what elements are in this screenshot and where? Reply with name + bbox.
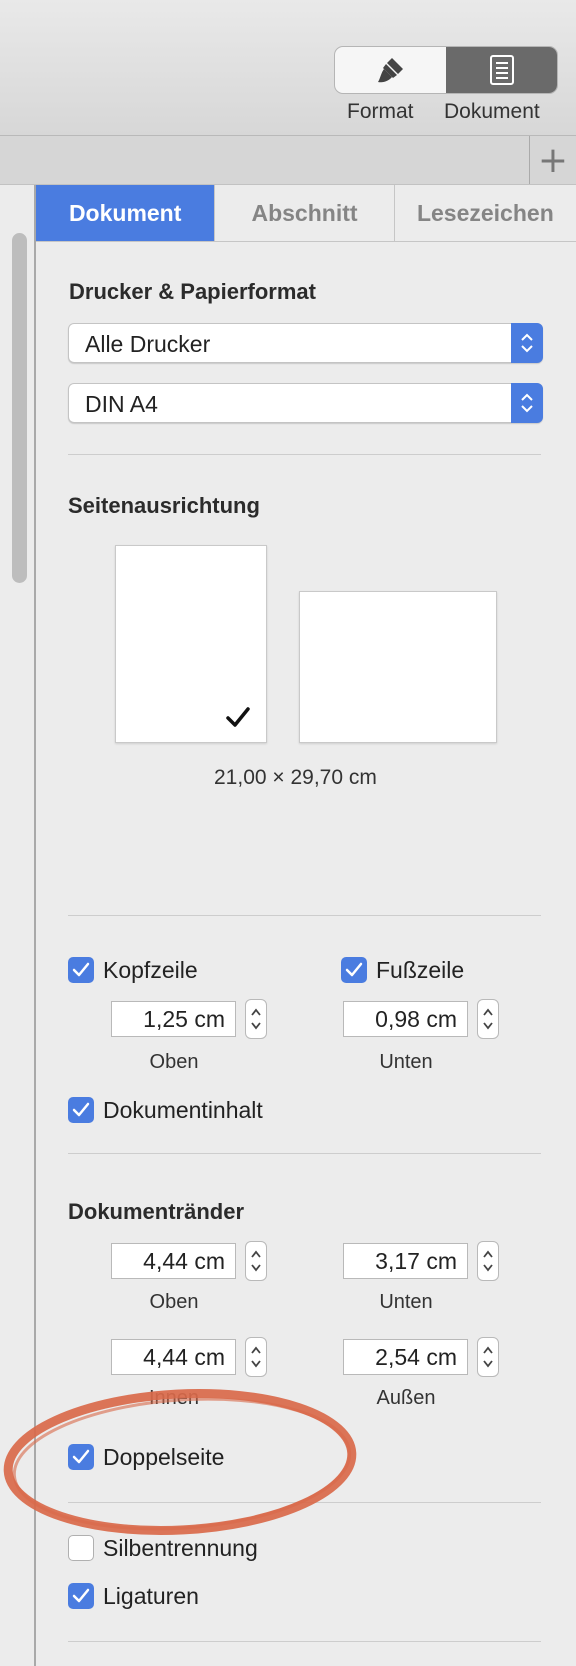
divider: [68, 454, 541, 455]
header-margin-field[interactable]: 1,25 cm: [111, 1001, 236, 1037]
printer-popup-value: Alle Drucker: [85, 331, 211, 357]
inspector-panel: Dokument Abschnitt Lesezeichen Drucker &…: [36, 185, 576, 1666]
document-label: Dokument: [444, 100, 540, 123]
updown-chevron-icon: [483, 1346, 493, 1368]
inner-margin-stepper[interactable]: [245, 1337, 267, 1377]
tab-abschnitt[interactable]: Abschnitt: [215, 185, 395, 241]
paintbrush-icon: [377, 58, 403, 83]
checkmark-icon: [72, 1449, 90, 1464]
updown-chevron-icon: [251, 1008, 261, 1030]
ligatures-label: Ligaturen: [103, 1582, 199, 1609]
updown-chevron-icon: [483, 1250, 493, 1272]
header-label: Kopfzeile: [103, 956, 198, 983]
hyphenation-label: Silbentrennung: [103, 1534, 258, 1561]
header-checkbox[interactable]: [68, 957, 94, 983]
format-button[interactable]: [335, 47, 446, 93]
footer-margin-value: 0,98 cm: [375, 1006, 457, 1032]
inner-margin-value: 4,44 cm: [143, 1344, 225, 1370]
outer-margin-field[interactable]: 2,54 cm: [343, 1339, 468, 1375]
top-margin-stepper[interactable]: [245, 1241, 267, 1281]
inspector-segmented-control: [334, 46, 558, 94]
outer-margin-value: 2,54 cm: [375, 1344, 457, 1370]
format-label: Format: [347, 100, 414, 123]
facing-pages-checkbox[interactable]: [68, 1444, 94, 1470]
footer-margin-caption: Unten: [379, 1051, 433, 1073]
hyphenation-checkbox[interactable]: [68, 1535, 94, 1561]
footer-margin-stepper[interactable]: [477, 999, 499, 1039]
checkmark-icon: [345, 962, 363, 977]
updown-chevron-icon: [483, 1008, 493, 1030]
bottom-margin-caption: Unten: [379, 1291, 433, 1313]
printer-popup[interactable]: Alle Drucker: [68, 323, 543, 363]
tab-strip: +: [0, 136, 576, 185]
footer-label: Fußzeile: [376, 956, 465, 983]
body-label: Dokumentinhalt: [103, 1096, 263, 1123]
landscape-orientation-option[interactable]: [299, 591, 497, 743]
tab-dokument[interactable]: Dokument: [36, 185, 216, 241]
printer-section-title: Drucker & Papierformat: [69, 279, 316, 304]
document-button[interactable]: [446, 47, 557, 93]
footer-checkbox-row[interactable]: Fußzeile: [341, 955, 464, 985]
bottom-margin-value: 3,17 cm: [375, 1248, 457, 1274]
page-size-text: 21,00 × 29,70 cm: [214, 766, 377, 789]
divider: [68, 915, 541, 916]
body-checkbox[interactable]: [68, 1097, 94, 1123]
top-margin-field[interactable]: 4,44 cm: [111, 1243, 236, 1279]
updown-chevron-icon: [511, 383, 543, 423]
document-icon: [489, 55, 514, 85]
ligatures-checkbox[interactable]: [68, 1583, 94, 1609]
header-margin-caption: Oben: [149, 1051, 199, 1073]
checkmark-icon: [72, 1588, 90, 1603]
bottom-margin-field[interactable]: 3,17 cm: [343, 1243, 468, 1279]
add-button[interactable]: +: [529, 136, 576, 184]
orientation-section-title: Seitenausrichtung: [68, 493, 260, 518]
margins-section-title: Dokumentränder: [68, 1199, 245, 1224]
ligatures-checkbox-row[interactable]: Ligaturen: [68, 1581, 199, 1611]
hyphenation-checkbox-row[interactable]: Silbentrennung: [68, 1533, 258, 1563]
facing-pages-checkbox-row[interactable]: Doppelseite: [68, 1442, 224, 1472]
outer-margin-caption: Außen: [376, 1387, 436, 1409]
header-margin-stepper[interactable]: [245, 999, 267, 1039]
document-scroll-area: [0, 185, 36, 1666]
header-margin-value: 1,25 cm: [143, 1006, 225, 1032]
paper-size-popup-value: DIN A4: [85, 391, 158, 417]
divider: [68, 1641, 541, 1642]
divider: [68, 1153, 541, 1154]
inner-margin-caption: Innen: [148, 1387, 200, 1409]
portrait-orientation-option[interactable]: [115, 545, 267, 743]
plus-icon: +: [537, 139, 569, 181]
checkmark-icon: [72, 1102, 90, 1117]
outer-margin-stepper[interactable]: [477, 1337, 499, 1377]
inner-margin-field[interactable]: 4,44 cm: [111, 1339, 236, 1375]
facing-pages-label: Doppelseite: [103, 1443, 225, 1470]
paper-size-popup[interactable]: DIN A4: [68, 383, 543, 423]
updown-chevron-icon: [251, 1250, 261, 1272]
footer-checkbox[interactable]: [341, 957, 367, 983]
tab-lesezeichen[interactable]: Lesezeichen: [394, 185, 576, 241]
footer-margin-field[interactable]: 0,98 cm: [343, 1001, 468, 1037]
bottom-margin-stepper[interactable]: [477, 1241, 499, 1281]
body-checkbox-row[interactable]: Dokumentinhalt: [68, 1095, 263, 1125]
top-margin-value: 4,44 cm: [143, 1248, 225, 1274]
inspector-tabs: Dokument Abschnitt Lesezeichen: [36, 185, 576, 242]
updown-chevron-icon: [251, 1346, 261, 1368]
divider: [68, 1502, 541, 1503]
scrollbar-thumb[interactable]: [12, 233, 27, 583]
checkmark-icon: [72, 962, 90, 977]
top-margin-caption: Oben: [149, 1291, 199, 1313]
checkmark-icon: [226, 707, 250, 727]
header-checkbox-row[interactable]: Kopfzeile: [68, 955, 198, 985]
toolbar: Format Dokument: [0, 0, 576, 136]
updown-chevron-icon: [511, 323, 543, 363]
